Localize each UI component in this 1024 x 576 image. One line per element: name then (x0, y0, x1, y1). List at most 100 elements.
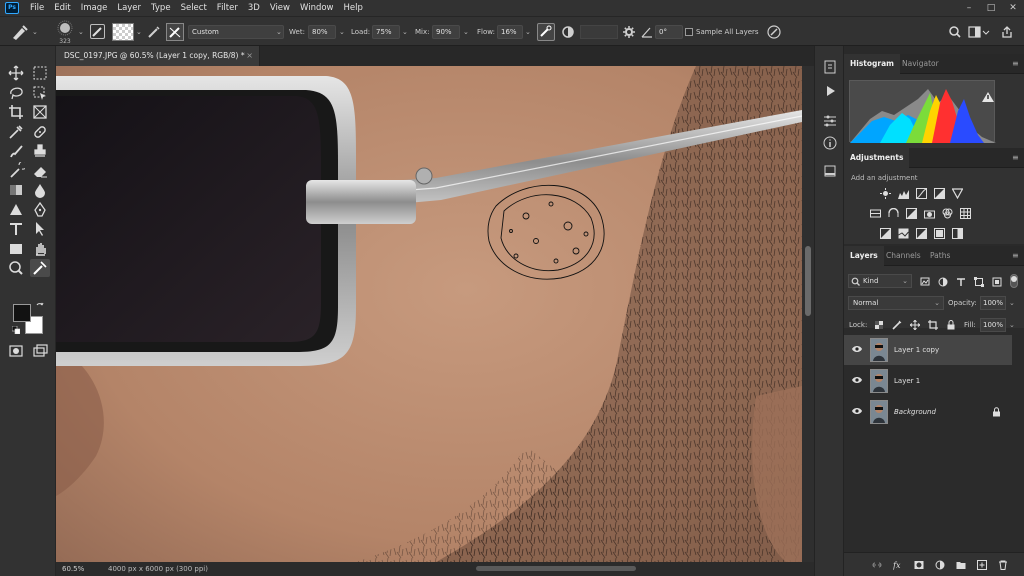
pen-icon[interactable] (30, 201, 50, 219)
chevron-down-icon[interactable]: ⌄ (1009, 296, 1015, 310)
frame-icon[interactable] (30, 103, 50, 121)
marquee-icon[interactable] (30, 64, 50, 82)
tab-paths[interactable]: Paths (924, 246, 956, 266)
tab-navigator[interactable]: Navigator (896, 54, 945, 74)
lock-image-icon[interactable] (892, 320, 902, 330)
foreground-color-swatch[interactable] (13, 304, 31, 322)
eyedropper-icon[interactable] (6, 123, 26, 141)
layer-name[interactable]: Layer 1 copy (894, 335, 939, 365)
filter-pixel-icon[interactable] (920, 277, 930, 287)
load-after-stroke-icon[interactable] (146, 24, 162, 40)
filter-adjustment-icon[interactable] (938, 277, 948, 287)
lasso-icon[interactable] (6, 84, 26, 102)
dodge-icon[interactable] (6, 201, 26, 219)
play-actions-icon[interactable] (823, 84, 837, 98)
info-icon[interactable] (823, 136, 837, 150)
tab-channels[interactable]: Channels (880, 246, 927, 266)
exposure-icon[interactable] (934, 188, 945, 199)
share-icon[interactable] (1000, 25, 1014, 39)
color-lookup-icon[interactable] (960, 208, 971, 219)
flow-input[interactable]: 16% (497, 25, 523, 39)
mixer-brush-preset-icon[interactable] (10, 23, 30, 41)
hand-icon[interactable] (30, 240, 50, 258)
menu-view[interactable]: View (265, 0, 295, 16)
filter-kind-select[interactable]: Kind ⌄ (848, 274, 912, 288)
link-layers-icon[interactable] (872, 560, 882, 570)
default-colors-icon[interactable] (11, 325, 21, 335)
comments-icon[interactable] (823, 164, 837, 178)
history-icon[interactable] (823, 60, 837, 74)
chevron-down-icon[interactable]: ⌄ (32, 25, 38, 39)
menu-filter[interactable]: Filter (212, 0, 243, 16)
tab-adjustments[interactable]: Adjustments (844, 148, 910, 168)
stamp-icon[interactable] (30, 142, 50, 160)
filter-smart-object-icon[interactable] (992, 277, 1002, 287)
posterize-icon[interactable] (898, 228, 909, 239)
airbrush-icon[interactable] (537, 23, 555, 41)
layer-name[interactable]: Background (894, 397, 936, 427)
lock-artboard-icon[interactable] (928, 320, 938, 330)
lock-position-icon[interactable] (909, 319, 921, 331)
panel-menu-icon[interactable]: ≡ (1012, 252, 1020, 260)
smoothing-icon[interactable] (561, 25, 575, 39)
gradient-map-icon[interactable] (934, 228, 945, 239)
panel-menu-icon[interactable]: ≡ (1012, 154, 1020, 162)
chevron-down-icon[interactable]: ⌄ (339, 25, 345, 39)
curves-icon[interactable] (916, 188, 927, 199)
menu-edit[interactable]: Edit (49, 0, 75, 16)
pressure-size-icon[interactable] (766, 24, 782, 40)
selective-color-icon[interactable] (952, 228, 963, 239)
lock-transparent-icon[interactable] (874, 320, 884, 330)
blur-icon[interactable] (30, 181, 50, 199)
layer-row[interactable]: Layer 1 copy (844, 335, 1012, 365)
object-select-icon[interactable] (30, 84, 50, 102)
layer-row[interactable]: Background (844, 397, 1012, 427)
load-input[interactable]: 75% (372, 25, 400, 39)
document-info[interactable]: 4000 px x 6000 px (300 ppi) (108, 562, 208, 576)
sample-all-layers-checkbox[interactable] (685, 28, 693, 36)
hue-saturation-icon[interactable] (870, 208, 881, 219)
black-white-icon[interactable] (906, 208, 917, 219)
brush-size-picker[interactable]: 323 (54, 20, 76, 45)
type-icon[interactable] (6, 220, 26, 238)
menu-type[interactable]: Type (146, 0, 176, 16)
new-fill-adjustment-icon[interactable] (935, 560, 945, 570)
delete-layer-icon[interactable] (998, 560, 1008, 570)
add-mask-icon[interactable] (914, 560, 924, 570)
properties-icon[interactable] (823, 114, 837, 128)
filter-shape-icon[interactable] (974, 277, 984, 287)
gear-icon[interactable] (622, 25, 636, 39)
menu-3d[interactable]: 3D (243, 0, 265, 16)
eye-icon[interactable] (852, 376, 862, 384)
opacity-input[interactable]: 100% (980, 296, 1006, 310)
zoom-readout[interactable]: 60.5% (62, 562, 84, 576)
minimize-button[interactable]: – (958, 0, 980, 16)
chevron-down-icon[interactable]: ⌄ (136, 25, 142, 39)
chevron-down-icon[interactable]: ⌄ (463, 25, 469, 39)
chevron-down-icon[interactable]: ⌄ (78, 25, 84, 39)
clean-after-stroke-icon[interactable] (166, 23, 184, 41)
move-icon[interactable] (6, 64, 26, 82)
angle-input[interactable]: 0° (655, 25, 683, 39)
cache-warning-icon[interactable] (982, 92, 994, 102)
menu-layer[interactable]: Layer (112, 0, 146, 16)
search-icon[interactable] (948, 25, 962, 39)
filter-toggle-switch[interactable] (1010, 274, 1018, 288)
mixer-preset-select[interactable]: Custom (188, 25, 284, 39)
workspace-switcher-icon[interactable] (968, 25, 990, 39)
chevron-down-icon[interactable]: ⌄ (1009, 318, 1015, 332)
tab-close-icon[interactable]: × (246, 46, 253, 66)
tab-histogram[interactable]: Histogram (844, 54, 900, 74)
tab-layers[interactable]: Layers (844, 246, 884, 266)
channel-mixer-icon[interactable] (942, 208, 953, 219)
swap-colors-icon[interactable] (36, 302, 44, 310)
panel-menu-icon[interactable]: ≡ (1012, 60, 1020, 68)
zoom-icon[interactable] (6, 259, 26, 277)
color-balance-icon[interactable] (888, 207, 899, 219)
filter-type-icon[interactable] (956, 277, 966, 287)
threshold-icon[interactable] (916, 228, 927, 239)
eye-icon[interactable] (852, 407, 862, 415)
document-canvas[interactable] (56, 66, 802, 562)
close-button[interactable]: ✕ (1002, 0, 1024, 16)
horizontal-scroll-thumb[interactable] (476, 566, 636, 571)
